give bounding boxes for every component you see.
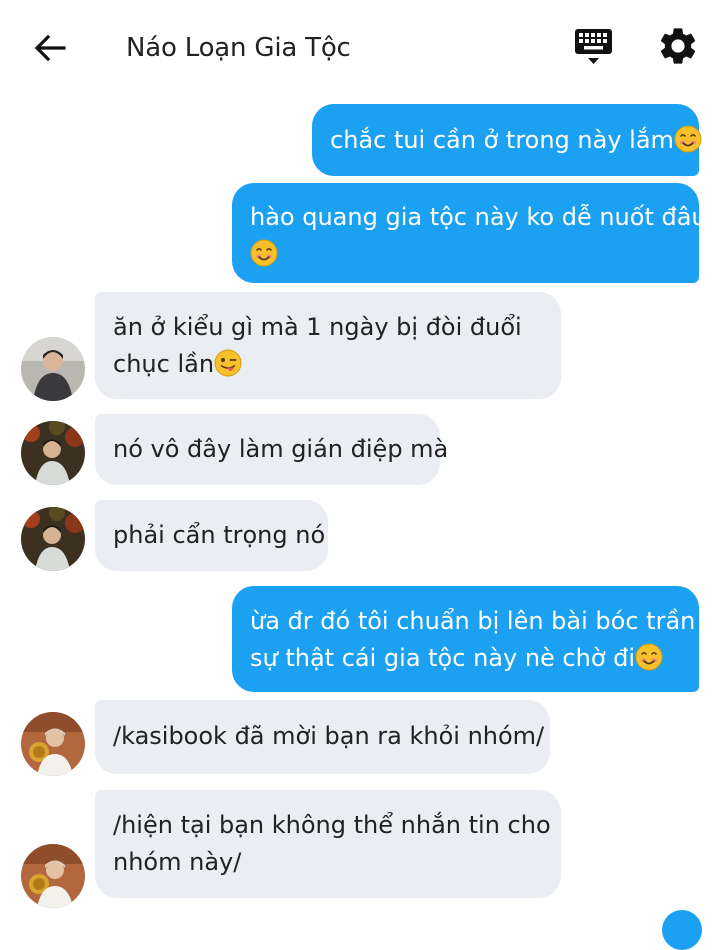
- message-bubble-incoming[interactable]: /hiện tại bạn không thể nhắn tin cho nhó…: [95, 790, 561, 898]
- avatar[interactable]: [21, 844, 85, 908]
- smiling-face-emoji-icon: [674, 125, 702, 153]
- message-text: ừa đr đó tôi chuẩn bị lên bài bóc trần: [250, 607, 696, 635]
- message-bubble-outgoing[interactable]: chắc tui cần ở trong này lắm: [312, 104, 702, 176]
- avatar[interactable]: [21, 421, 85, 485]
- message-bubble-incoming[interactable]: ăn ở kiểu gì mà 1 ngày bị đòi đuổi chục …: [95, 292, 561, 399]
- message-bubble-outgoing[interactable]: ừa đr đó tôi chuẩn bị lên bài bóc trần s…: [232, 586, 699, 692]
- message-bubble-incoming[interactable]: phải cẩn trọng nó: [95, 500, 328, 571]
- scroll-to-bottom-button[interactable]: [662, 910, 702, 950]
- arrow-left-icon: [34, 34, 66, 62]
- winking-face-with-tongue-emoji-icon: [214, 349, 242, 377]
- keyboard-icon: [575, 29, 612, 64]
- chat-header: Náo Loạn Gia Tộc: [0, 0, 720, 92]
- smiling-face-emoji-icon: [635, 643, 663, 671]
- settings-button[interactable]: [656, 24, 700, 68]
- message-bubble-outgoing[interactable]: hào quang gia tộc này ko dễ nuốt đâu: [232, 183, 707, 283]
- back-button[interactable]: [30, 28, 70, 68]
- message-text: phải cẩn trọng nó: [113, 521, 326, 549]
- message-text: nó vô đây làm gián điệp mà: [113, 435, 449, 463]
- message-text: hào quang gia tộc này ko dễ nuốt đâu: [250, 203, 707, 231]
- smiling-face-emoji-icon: [250, 239, 278, 267]
- gear-icon: [660, 28, 696, 64]
- message-text: /kasibook đã mời bạn ra khỏi nhóm/: [113, 722, 545, 750]
- message-text: sự thật cái gia tộc này nè chờ đi: [250, 644, 636, 672]
- avatar-photo-icon: [21, 337, 85, 401]
- avatar[interactable]: [21, 507, 85, 571]
- avatar[interactable]: [21, 337, 85, 401]
- avatar-photo-icon: [21, 844, 85, 908]
- chat-title: Náo Loạn Gia Tộc: [126, 33, 351, 63]
- avatar-photo-icon: [21, 712, 85, 776]
- avatar[interactable]: [21, 712, 85, 776]
- message-text: nhóm này/: [113, 848, 242, 876]
- message-text: chục lần: [113, 350, 215, 378]
- message-text: /hiện tại bạn không thể nhắn tin cho: [113, 811, 551, 839]
- avatar-photo-icon: [21, 507, 85, 571]
- keyboard-button[interactable]: [572, 26, 616, 68]
- message-bubble-incoming[interactable]: nó vô đây làm gián điệp mà: [95, 414, 448, 485]
- message-text: ăn ở kiểu gì mà 1 ngày bị đòi đuổi: [113, 313, 522, 341]
- message-bubble-incoming[interactable]: /kasibook đã mời bạn ra khỏi nhóm/: [95, 700, 550, 774]
- avatar-photo-icon: [21, 421, 85, 485]
- message-text: chắc tui cần ở trong này lắm: [330, 126, 674, 154]
